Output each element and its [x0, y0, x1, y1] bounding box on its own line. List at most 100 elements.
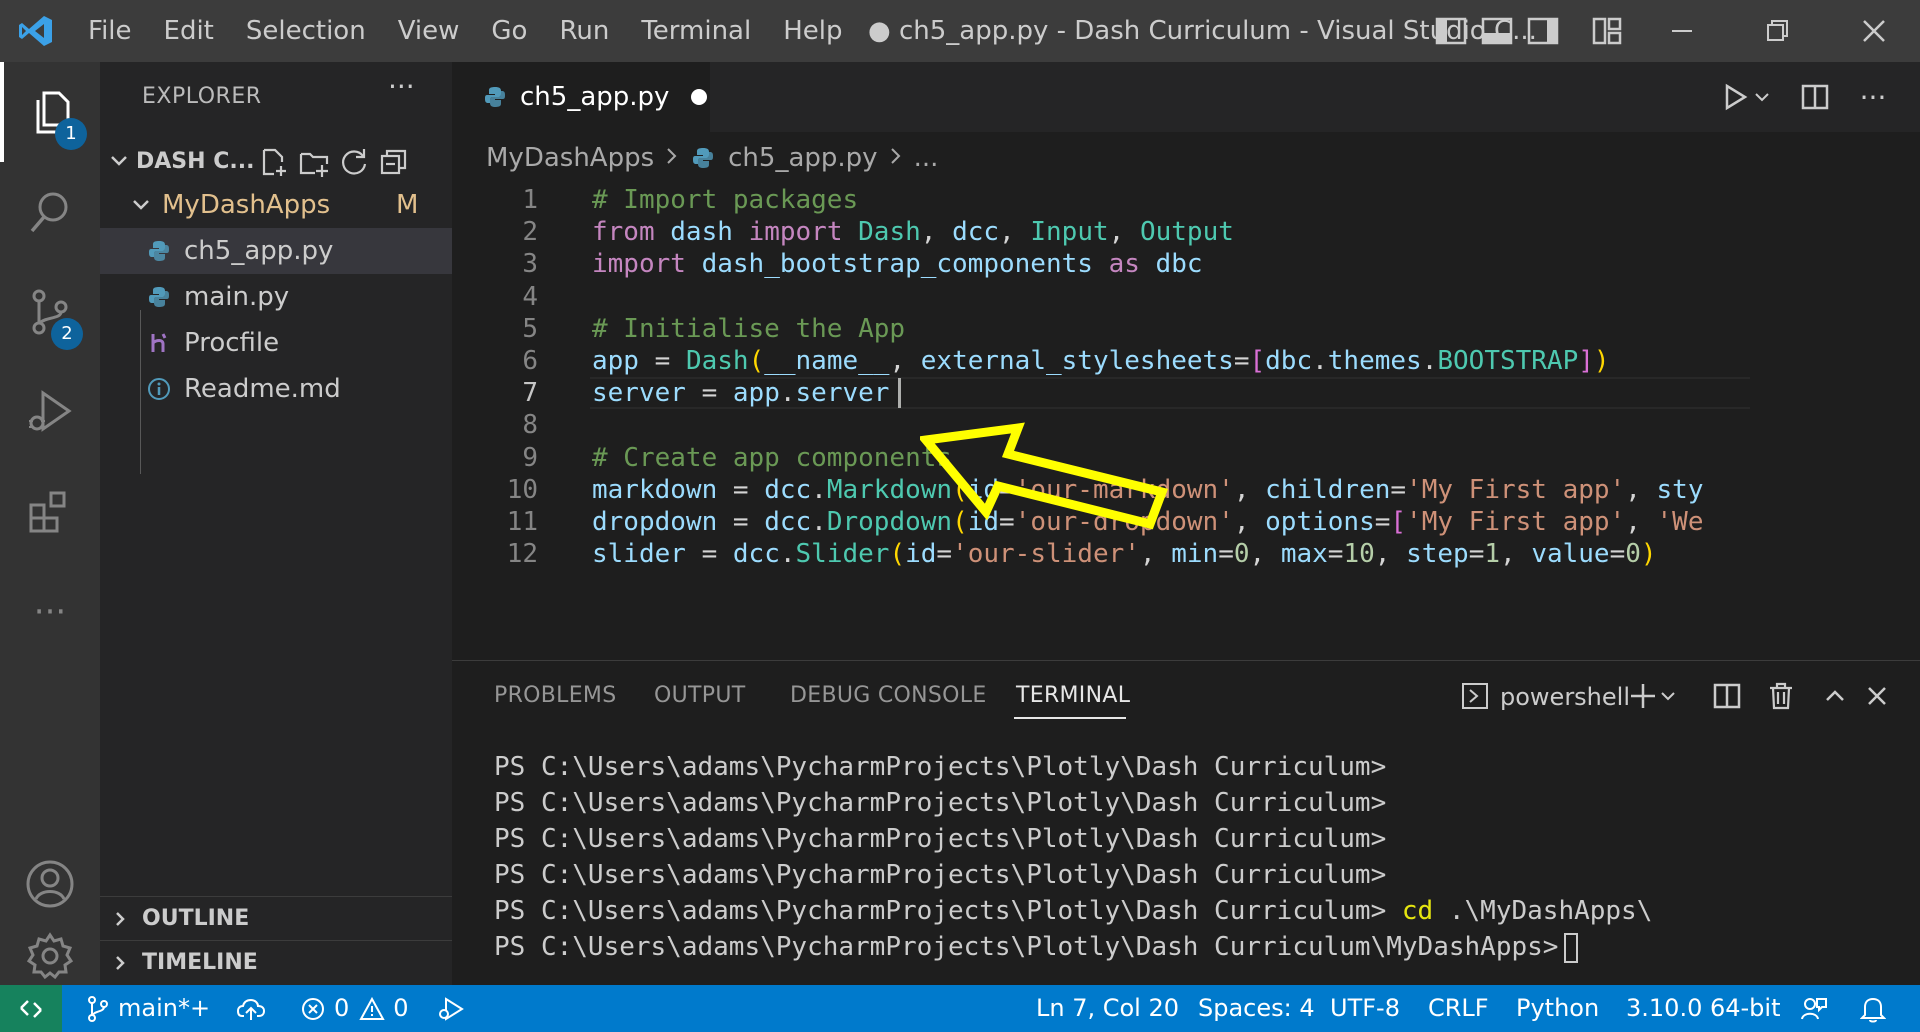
end-of-line[interactable]: CRLF	[1428, 985, 1489, 1032]
text-cursor	[898, 378, 901, 409]
run-file-button[interactable]	[1718, 80, 1752, 114]
encoding[interactable]: UTF-8	[1330, 985, 1400, 1032]
line-number: 4	[522, 281, 538, 312]
split-editor-icon	[1801, 84, 1829, 110]
menu-file[interactable]: File	[72, 0, 148, 62]
menu-run[interactable]: Run	[543, 0, 625, 62]
split-terminal-button[interactable]	[1710, 679, 1744, 713]
customize-layout-icon[interactable]	[1590, 14, 1624, 48]
bell-icon	[1860, 997, 1886, 1022]
close-window-button[interactable]	[1828, 0, 1920, 62]
new-file-icon[interactable]	[258, 146, 290, 178]
explorer-more-button[interactable]: ···	[388, 70, 415, 103]
collapse-all-icon[interactable]	[378, 146, 410, 178]
info-file-icon	[146, 376, 172, 402]
unsaved-dot-icon[interactable]	[691, 89, 708, 105]
run-options-dropdown[interactable]	[1750, 80, 1774, 114]
explorer-badge: 1	[55, 118, 87, 150]
python-interpreter[interactable]: 3.10.0 64-bit	[1626, 985, 1780, 1032]
folder-mydashapps[interactable]: MyDashApps M	[100, 182, 452, 228]
breadcrumb-folder[interactable]: MyDashApps	[486, 143, 654, 173]
close-panel-button[interactable]	[1860, 679, 1894, 713]
terminal-profile-dropdown[interactable]	[1656, 679, 1680, 713]
menu-terminal[interactable]: Terminal	[625, 0, 767, 62]
remote-indicator-button[interactable]	[0, 985, 62, 1032]
problems-indicator[interactable]: 0 0	[300, 985, 409, 1032]
tab-ch5-app-py[interactable]: ch5_app.py	[452, 62, 710, 132]
bottom-panel: PROBLEMS OUTPUT DEBUG CONSOLE TERMINAL p…	[452, 660, 1920, 985]
file-readme-md[interactable]: Readme.md	[100, 366, 452, 412]
line-code: slider = dcc.Slider(id='our-slider', min…	[592, 539, 1657, 570]
extensions-activity-button[interactable]	[0, 462, 100, 562]
more-activity-button[interactable]: ···	[0, 562, 100, 662]
chevron-down-icon	[111, 156, 127, 166]
explorer-activity-button[interactable]: 1	[0, 62, 100, 162]
kill-terminal-button[interactable]	[1764, 679, 1798, 713]
menu-go[interactable]: Go	[475, 0, 543, 62]
terminal-line: PS C:\Users\adams\PycharmProjects\Plotly…	[494, 893, 1652, 929]
terminal-output[interactable]: PS C:\Users\adams\PycharmProjects\Plotly…	[494, 749, 1652, 965]
code-line: 1 # Import packages	[452, 184, 1730, 216]
tab-terminal[interactable]: TERMINAL	[1016, 683, 1130, 708]
search-activity-button[interactable]	[0, 162, 100, 262]
refresh-icon[interactable]	[338, 146, 370, 178]
search-icon	[30, 192, 68, 233]
minimize-button[interactable]	[1636, 0, 1728, 62]
new-terminal-button[interactable]	[1626, 679, 1660, 713]
menu-view[interactable]: View	[382, 0, 476, 62]
source-control-activity-button[interactable]: 2	[0, 262, 100, 362]
terminal-shell-label[interactable]: powershell	[1500, 683, 1630, 711]
breadcrumb-file[interactable]: ch5_app.py	[728, 143, 877, 173]
active-tab-indicator	[1014, 717, 1126, 719]
cursor-position[interactable]: Ln 7, Col 20	[1036, 985, 1179, 1032]
terminal-cursor	[1564, 932, 1579, 963]
toggle-secondary-sidebar-icon[interactable]	[1526, 14, 1560, 48]
line-number: 5	[522, 313, 538, 344]
breadcrumb-symbol[interactable]: ...	[914, 143, 939, 173]
play-icon	[1725, 83, 1748, 111]
extensions-icon	[29, 491, 66, 533]
outline-section-header[interactable]: OUTLINE	[100, 896, 452, 940]
feedback-button[interactable]	[1800, 985, 1836, 1032]
accounts-button[interactable]	[0, 834, 100, 934]
debug-launch-button[interactable]	[436, 985, 474, 1032]
restore-button[interactable]	[1732, 0, 1824, 62]
new-folder-icon[interactable]	[298, 146, 330, 178]
file-main-py[interactable]: main.py	[100, 274, 452, 320]
file-label: Readme.md	[184, 374, 341, 404]
notifications-button[interactable]	[1860, 985, 1894, 1032]
git-branch-item[interactable]: main*+	[86, 985, 210, 1032]
tab-debug-console[interactable]: DEBUG CONSOLE	[790, 683, 987, 708]
editor-tab-bar: ch5_app.py ···	[452, 62, 1920, 132]
workspace-folder-header[interactable]: DASH C...	[100, 140, 452, 182]
toggle-primary-sidebar-icon[interactable]	[1434, 14, 1468, 48]
tab-problems[interactable]: PROBLEMS	[494, 683, 616, 708]
timeline-section-header[interactable]: TIMELINE	[100, 940, 452, 984]
line-number: 10	[506, 474, 538, 505]
heroku-file-icon	[146, 330, 172, 356]
menu-edit[interactable]: Edit	[148, 0, 230, 62]
file-procfile[interactable]: Procfile	[100, 320, 452, 366]
status-bar: main*+ 0 0 Ln 7, Col 20 Spaces: 4 UTF-8 …	[0, 985, 1920, 1032]
menu-selection[interactable]: Selection	[230, 0, 382, 62]
explorer-sidebar: EXPLORER ··· DASH C... MyDashApps M ch5_…	[100, 62, 452, 985]
outline-label: OUTLINE	[142, 906, 250, 931]
trash-icon	[1770, 682, 1792, 710]
manage-button[interactable]	[0, 926, 100, 985]
tab-output[interactable]: OUTPUT	[654, 683, 745, 708]
editor-more-button[interactable]: ···	[1856, 80, 1890, 114]
maximize-panel-button[interactable]	[1818, 679, 1852, 713]
explorer-title: EXPLORER	[142, 84, 262, 109]
menu-help[interactable]: Help	[767, 0, 858, 62]
code-line: 5 # Initialise the App	[452, 313, 1730, 345]
file-ch5-app-py[interactable]: ch5_app.py	[100, 228, 452, 274]
run-debug-activity-button[interactable]	[0, 362, 100, 462]
split-editor-button[interactable]	[1798, 80, 1832, 114]
publish-branch-button[interactable]	[236, 985, 274, 1032]
code-editor[interactable]: 1 # Import packages 2 from dash import Dash…	[452, 184, 1920, 660]
toggle-panel-icon[interactable]	[1480, 14, 1514, 48]
line-number: 12	[506, 539, 538, 570]
terminal-line: PS C:\Users\adams\PycharmProjects\Plotly…	[494, 752, 1387, 782]
language-mode[interactable]: Python	[1516, 985, 1599, 1032]
indentation[interactable]: Spaces: 4	[1198, 985, 1315, 1032]
